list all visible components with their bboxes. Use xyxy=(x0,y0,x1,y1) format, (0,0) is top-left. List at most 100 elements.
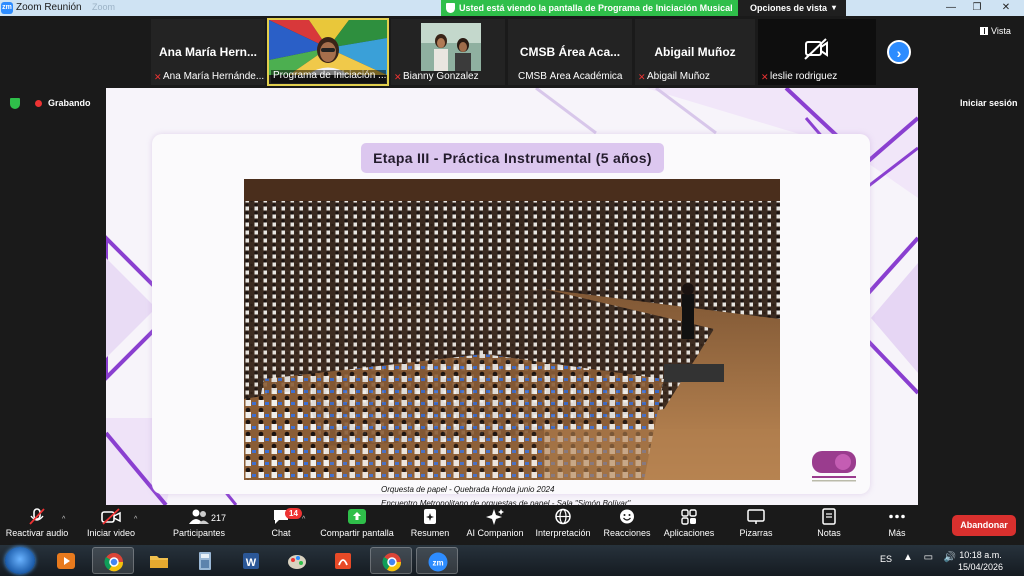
taskbar-app-media-player[interactable] xyxy=(45,547,87,574)
participant-label: Programa de Iniciación ... xyxy=(273,70,387,81)
taskbar-app-chrome[interactable] xyxy=(92,547,134,574)
window-ghost-title: Zoom xyxy=(92,2,116,12)
whiteboards-label: Pizarras xyxy=(739,528,773,538)
taskbar-app-file-explorer[interactable] xyxy=(138,547,180,574)
apps-icon xyxy=(681,509,697,525)
taskbar-app-word[interactable]: W xyxy=(230,547,272,574)
ai-companion-button[interactable]: AI Companion xyxy=(463,508,527,538)
participant-tile[interactable]: ✕ leslie rodriguez xyxy=(757,18,877,86)
participants-count: 217 xyxy=(211,513,227,523)
participant-photo xyxy=(421,23,481,71)
leave-meeting-button[interactable]: Abandonar xyxy=(952,515,1016,536)
minimize-button[interactable]: — xyxy=(938,0,964,16)
chrome-icon xyxy=(382,553,402,572)
participant-tile-active-speaker[interactable]: Programa de Iniciación ... xyxy=(267,18,389,86)
mic-muted-icon: ✕ xyxy=(638,72,646,82)
participants-label: Participantes xyxy=(172,528,226,538)
recording-label: Grabando xyxy=(48,98,91,108)
taskbar-app-paint[interactable] xyxy=(276,547,318,574)
view-button-label: Vista xyxy=(991,26,1011,36)
apps-label: Aplicaciones xyxy=(663,528,715,538)
mic-muted-icon: ✕ xyxy=(761,72,769,82)
taskbar-app-acrobat[interactable] xyxy=(322,547,364,574)
ai-companion-label: AI Companion xyxy=(466,528,524,538)
share-screen-button[interactable]: Compartir pantalla xyxy=(318,508,396,538)
participant-label-wrap: ✕ Bianny Gonzalez xyxy=(393,71,479,84)
view-button[interactable]: Vista xyxy=(980,26,1011,36)
notes-label: Notas xyxy=(817,528,841,538)
whiteboards-button[interactable]: Pizarras xyxy=(735,508,777,538)
participant-name: CMSB Área Aca... xyxy=(519,45,621,59)
slide-caption-line: Orquesta de papel - Quebrada Honda junio… xyxy=(381,485,555,494)
whiteboard-icon xyxy=(747,509,765,524)
participant-name: Ana María Hern... xyxy=(158,45,258,59)
notes-icon xyxy=(822,508,836,525)
acrobat-icon xyxy=(335,553,351,569)
start-button[interactable] xyxy=(5,547,35,574)
participant-tile[interactable]: Abigail Muñoz ✕ Abigail Muñoz xyxy=(634,18,756,86)
security-shield-icon[interactable] xyxy=(10,98,20,109)
unmute-audio-label: Reactivar audio xyxy=(5,528,69,538)
recording-dot-icon xyxy=(35,100,42,107)
summary-label: Resumen xyxy=(410,528,450,538)
participants-icon xyxy=(189,509,209,524)
clock-date: 15/04/2026 xyxy=(958,562,1004,572)
more-button[interactable]: Más xyxy=(880,508,914,538)
start-video-button[interactable]: Iniciar video xyxy=(84,508,138,538)
video-options-caret[interactable]: ^ xyxy=(134,516,137,523)
maximize-button[interactable]: ❐ xyxy=(964,0,990,16)
participant-tile[interactable]: Ana María Hern... ✕ Ana María Hernánde... xyxy=(150,18,266,86)
screen-share-banner: Usted está viendo la pantalla de Program… xyxy=(441,0,738,16)
slide-caption: Orquesta de papel - Quebrada Honda junio… xyxy=(381,483,781,505)
sign-in-link[interactable]: Iniciar sesión xyxy=(960,98,1018,108)
chrome-icon xyxy=(104,553,124,572)
smiley-icon xyxy=(620,509,634,524)
interpretation-label: Interpretación xyxy=(535,528,591,538)
mic-muted-icon: ✕ xyxy=(154,72,162,82)
close-button[interactable]: ✕ xyxy=(992,0,1020,16)
participant-label-wrap: ✕ leslie rodriguez xyxy=(760,71,837,84)
unmute-audio-button[interactable]: Reactivar audio xyxy=(5,508,69,538)
participant-video xyxy=(269,20,387,75)
summary-button[interactable]: Resumen xyxy=(408,508,452,538)
more-dots-icon xyxy=(889,514,905,519)
grid-icon xyxy=(980,27,988,35)
participant-label: leslie rodriguez xyxy=(770,71,838,82)
video-off-icon xyxy=(101,508,121,525)
summary-icon xyxy=(424,509,436,524)
share-screen-label: Compartir pantalla xyxy=(320,528,394,538)
participant-tile[interactable]: CMSB Área Aca... CMSB Área Académica xyxy=(507,18,633,86)
chat-options-caret[interactable]: ^ xyxy=(302,516,305,523)
apps-button[interactable]: Aplicaciones xyxy=(660,508,718,538)
svg-text:zm: zm xyxy=(432,559,443,568)
slide-title: Etapa III - Práctica Instrumental (5 año… xyxy=(361,143,664,173)
calculator-icon xyxy=(199,552,211,570)
paint-icon xyxy=(288,555,306,569)
interpretation-button[interactable]: Interpretación xyxy=(532,508,594,538)
notes-button[interactable]: Notas xyxy=(810,508,848,538)
audio-options-caret[interactable]: ^ xyxy=(62,516,65,523)
participant-label-wrap: CMSB Área Académica xyxy=(510,71,623,84)
taskbar-app-calculator[interactable] xyxy=(184,547,226,574)
windows-taskbar: W zm ES ▲ ▭ 🔊 10:18 a.m. 15/04/2026 xyxy=(0,545,1024,576)
el-sistema-logo xyxy=(812,451,856,482)
word-icon: W xyxy=(243,553,259,569)
next-participants-button[interactable]: › xyxy=(887,40,911,64)
sparkle-icon xyxy=(486,509,504,525)
media-player-icon xyxy=(57,553,75,569)
chat-label: Chat xyxy=(271,528,291,538)
taskbar-clock[interactable]: 10:18 a.m. 15/04/2026 xyxy=(958,549,1003,573)
view-options-button[interactable]: Opciones de vista ▾ xyxy=(738,0,846,16)
taskbar-app-chrome-2[interactable] xyxy=(370,547,412,574)
zoom-window: zm Zoom Reunión Zoom — ❐ ✕ Usted está vi… xyxy=(0,0,1024,576)
view-options-label: Opciones de vista xyxy=(750,3,828,13)
taskbar-app-zoom[interactable]: zm xyxy=(416,547,458,574)
chat-unread-badge: 14 xyxy=(285,508,302,519)
share-screen-icon xyxy=(348,509,366,524)
reactions-button[interactable]: Reacciones xyxy=(602,508,652,538)
participant-tile[interactable]: ✕ Bianny Gonzalez xyxy=(390,18,506,86)
shared-screen-slide: Etapa III - Práctica Instrumental (5 año… xyxy=(106,88,918,505)
system-tray-icons[interactable]: ▲ ▭ 🔊 xyxy=(903,552,960,563)
chevron-down-icon: ▾ xyxy=(831,3,836,12)
language-indicator[interactable]: ES xyxy=(880,554,892,564)
